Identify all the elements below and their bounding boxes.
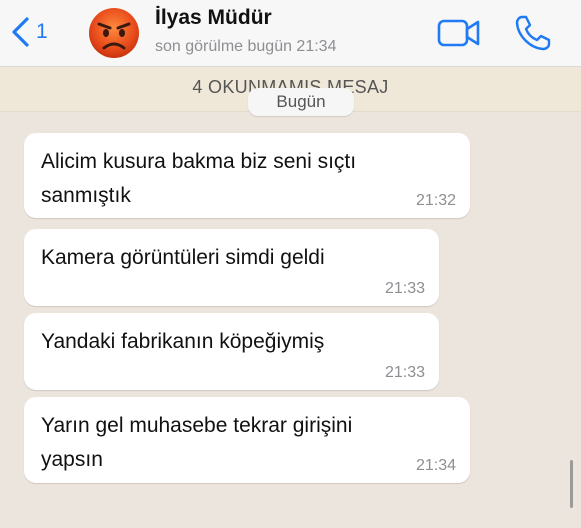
message-text: Alicim kusura bakma biz seni sıçtı sanmı… [41, 150, 357, 207]
message-bubble[interactable]: Alicim kusura bakma biz seni sıçtı sanmı… [24, 133, 470, 218]
contact-name[interactable]: İlyas Müdür [155, 6, 272, 30]
message-text: Kamera görüntüleri simdi geldi [41, 246, 325, 269]
message-text: Yandaki fabrikanın köpeğiymiş [41, 330, 325, 353]
message-time: 21:33 [384, 364, 425, 381]
video-call-icon[interactable] [437, 18, 481, 48]
message-bubble[interactable]: Kamera görüntüleri simdi geldi 21:33 [24, 229, 439, 306]
message-bubble[interactable]: Yandaki fabrikanın köpeğiymiş 21:33 [24, 313, 439, 390]
message-text: Yarın gel muhasebe tekrar girişini yapsı… [41, 414, 353, 471]
last-seen-status: son görülme bugün 21:34 [155, 38, 337, 55]
date-separator: Bugün [248, 88, 354, 116]
phone-call-icon[interactable] [514, 14, 552, 52]
message-time: 21:33 [384, 280, 425, 297]
scroll-indicator[interactable] [570, 460, 573, 508]
chat-header: 1 İlyas Müdür son görülme bugün 21:34 [0, 0, 581, 67]
message-time: 21:34 [415, 457, 456, 474]
back-button[interactable]: 1 [10, 14, 48, 50]
message-bubble[interactable]: Yarın gel muhasebe tekrar girişini yapsı… [24, 397, 470, 483]
angry-face-emoji-icon[interactable] [88, 7, 140, 59]
message-time: 21:32 [415, 192, 456, 209]
chevron-left-icon [12, 17, 29, 47]
unread-chats-count: 1 [36, 20, 48, 43]
